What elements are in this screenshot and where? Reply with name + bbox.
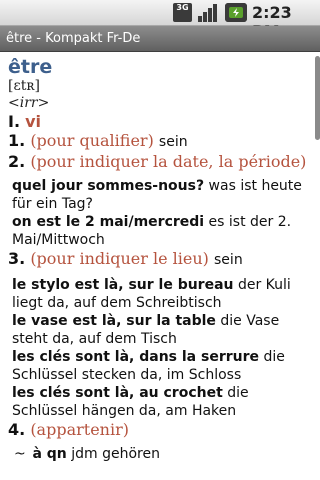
part-of-speech-line: I. vi [8,112,312,131]
sense-gloss: (appartenir) [30,420,129,439]
tilde-marker: ~ [14,446,26,462]
sense-number: 3. [8,249,26,268]
sub-entry-source: à qn [32,446,67,462]
phonetic: [ɛtʀ] [8,78,40,94]
sub-entry-target: jdm gehören [71,446,160,462]
sense-gloss: (pour qualifier) [30,131,154,150]
part-of-speech: vi [25,112,42,131]
status-bar: 3G 2:23 PM [0,0,320,41]
example: les clés sont là, au crochet die Schlüss… [8,384,312,420]
sense-1: 1. (pour qualifier) sein [8,131,312,152]
network-3g-icon: 3G [173,3,192,22]
sense-number: 4. [8,420,26,439]
title-bar: être - Kompakt Fr-De [0,26,320,52]
example: le vase est là, sur la table die Vase st… [8,312,312,348]
example-source: le vase est là, sur la table [12,313,216,329]
pos-number: I. [8,112,21,131]
headword: être [8,56,53,78]
sense-number: 1. [8,131,26,150]
sense-translation: sein [214,252,243,268]
scrollbar[interactable] [315,56,320,140]
sense-4: 4. (appartenir) [8,420,312,439]
example: les clés sont là, dans la serrure die Sc… [8,348,312,384]
sense-number: 2. [8,152,26,171]
example-source: les clés sont là, dans la serrure [12,349,259,365]
example-source: le stylo est là, sur le bureau [12,277,234,293]
sense-gloss: (pour indiquer le lieu) [30,249,209,268]
example-source: les clés sont là, au crochet [12,385,223,401]
grammar-note: <irr> [8,95,50,111]
sense-2: 2. (pour indiquer la date, la période) [8,152,312,171]
example: le stylo est là, sur le bureau der Kuli … [8,276,312,312]
battery-icon [225,3,247,22]
network-label: 3G [176,3,189,12]
example-source: quel jour sommes-nous? [12,178,205,194]
window-title: être - Kompakt Fr-De [6,31,141,46]
entry-content[interactable]: être [ɛtʀ] <irr> I. vi 1. (pour qualifie… [8,56,312,463]
sense-3: 3. (pour indiquer le lieu) sein [8,249,312,270]
example-source: on est le 2 mai/mercredi [12,214,205,230]
example: on est le 2 mai/mercredi es ist der 2. M… [8,213,312,249]
signal-strength-icon [198,4,217,22]
sense-gloss: (pour indiquer la date, la période) [30,152,307,171]
sub-entry: ~ à qn jdm gehören [8,445,312,463]
sense-translation: sein [158,134,188,150]
example: quel jour sommes-nous? was ist heute für… [8,177,312,213]
